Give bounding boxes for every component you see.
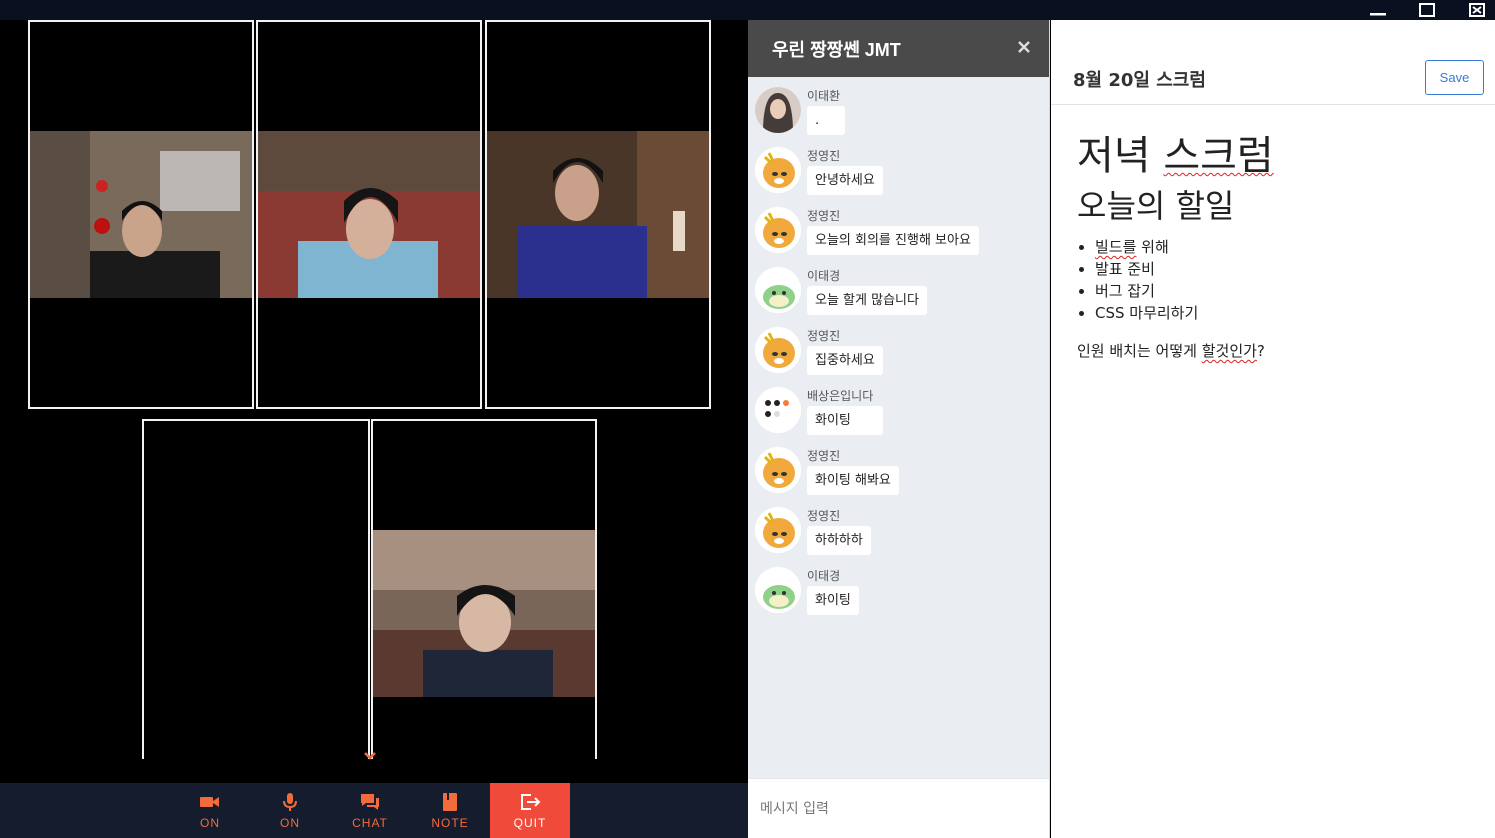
message-sender: 이태경 (807, 269, 841, 283)
close-icon[interactable] (1017, 40, 1031, 54)
chat-panel: 우린 짱짱쎈 JMT 이태환 . 정영진 안녕하세요 정영진 오늘의 회의를 진… (748, 20, 1050, 838)
quit-button[interactable]: QUIT (490, 783, 570, 838)
dino-avatar (755, 567, 801, 613)
list-item-text: CSS 마무리하기 (1095, 304, 1199, 322)
video-toggle-label: ON (200, 815, 220, 830)
microphone-icon (283, 792, 297, 811)
note-paragraph: 인원 배치는 어떻게 할것인가? (1077, 340, 1477, 361)
note-title: 8월 20일 스크럼 (1073, 70, 1206, 91)
list-item-text: 발표 준비 (1095, 260, 1155, 278)
message-bubble: 하하하하 (807, 526, 871, 555)
message-bubble: 오늘의 회의를 진행해 보아요 (807, 226, 979, 255)
message-bubble: 화이팅 해봐요 (807, 466, 899, 495)
note-editor[interactable]: 저녁 스크럼 오늘의 할일 빌드를 위해 발표 준비 버그 잡기 CSS 마무리… (1077, 130, 1477, 361)
dots-avatar (755, 387, 801, 433)
message-bubble: 화이팅 (807, 406, 883, 435)
lion-avatar (755, 507, 801, 553)
message-sender: 이태환 (807, 89, 841, 103)
message-sender: 배상은입니다 (807, 389, 874, 403)
mic-toggle-button[interactable]: ON (250, 783, 330, 838)
participant-video (30, 131, 252, 298)
list-item: 발표 준비 (1095, 258, 1477, 280)
video-toggle-button[interactable]: ON (170, 783, 250, 838)
note-label: NOTE (431, 815, 469, 830)
video-camera-icon (200, 796, 219, 807)
quit-label: QUIT (513, 815, 547, 830)
participant-video (373, 530, 595, 697)
dino-avatar (755, 267, 801, 313)
note-button[interactable]: NOTE (410, 783, 490, 838)
chevron-down-icon[interactable] (362, 750, 378, 762)
lion-avatar (755, 207, 801, 253)
misspelled-word: 빌드를 (1095, 238, 1137, 256)
message-sender: 정영진 (807, 449, 841, 463)
note-heading-1: 저녁 스크럼 (1077, 130, 1477, 182)
participant-video (258, 131, 480, 298)
misspelled-word: 할것인가 (1201, 342, 1257, 360)
window-titlebar (0, 0, 1495, 20)
list-item: 버그 잡기 (1095, 280, 1477, 302)
note-heading-2: 오늘의 할일 (1077, 187, 1235, 225)
heading-text: 저녁 (1077, 133, 1164, 179)
lion-avatar (755, 447, 801, 493)
photo-avatar (755, 87, 801, 133)
chat-input-area (748, 778, 1049, 838)
message-sender: 정영진 (807, 329, 841, 343)
control-bar: ON ON CHAT NOTE QUIT (0, 783, 748, 838)
video-tile[interactable] (485, 20, 711, 409)
maximize-icon[interactable] (1412, 0, 1442, 20)
video-tile[interactable] (142, 419, 370, 759)
lion-avatar (755, 147, 801, 193)
participant-video (487, 131, 709, 298)
message-sender: 정영진 (807, 209, 841, 223)
message-bubble: 오늘 할게 많습니다 (807, 286, 927, 315)
chat-label: CHAT (352, 815, 388, 830)
video-tile[interactable] (256, 20, 482, 409)
close-window-icon[interactable] (1462, 0, 1492, 20)
lion-avatar (755, 327, 801, 373)
message-sender: 정영진 (807, 149, 841, 163)
message-sender: 이태경 (807, 569, 841, 583)
list-item: 빌드를 위해 (1095, 236, 1477, 258)
message-input[interactable] (748, 779, 1049, 838)
video-grid (0, 20, 748, 783)
todo-list: 빌드를 위해 발표 준비 버그 잡기 CSS 마무리하기 (1095, 236, 1477, 324)
message-bubble: 화이팅 (807, 586, 859, 615)
message-bubble: . (807, 106, 845, 135)
note-panel: 8월 20일 스크럼 Save 저녁 스크럼 오늘의 할일 빌드를 위해 발표 … (1051, 20, 1495, 838)
exit-icon (521, 793, 541, 810)
list-item: CSS 마무리하기 (1095, 302, 1477, 324)
save-button[interactable]: Save (1425, 60, 1484, 95)
message-bubble: 안녕하세요 (807, 166, 883, 195)
video-tile[interactable] (371, 419, 597, 759)
list-item-text: 위해 (1136, 238, 1169, 256)
mic-toggle-label: ON (280, 815, 300, 830)
message-bubble: 집중하세요 (807, 346, 883, 375)
chat-button[interactable]: CHAT (330, 783, 410, 838)
misspelled-word: 스크럼 (1163, 133, 1274, 179)
minimize-icon[interactable] (1363, 0, 1393, 20)
message-sender: 정영진 (807, 509, 841, 523)
paragraph-text: 인원 배치는 어떻게 (1077, 342, 1202, 360)
notebook-icon (443, 792, 457, 811)
chat-icon (361, 793, 379, 810)
list-item-text: 버그 잡기 (1095, 282, 1155, 300)
note-header: 8월 20일 스크럼 Save (1051, 20, 1495, 105)
chat-room-title: 우린 짱짱쎈 JMT (772, 39, 901, 60)
chat-header: 우린 짱짱쎈 JMT (748, 20, 1049, 77)
video-tile[interactable] (28, 20, 254, 409)
paragraph-text: ? (1256, 342, 1265, 360)
